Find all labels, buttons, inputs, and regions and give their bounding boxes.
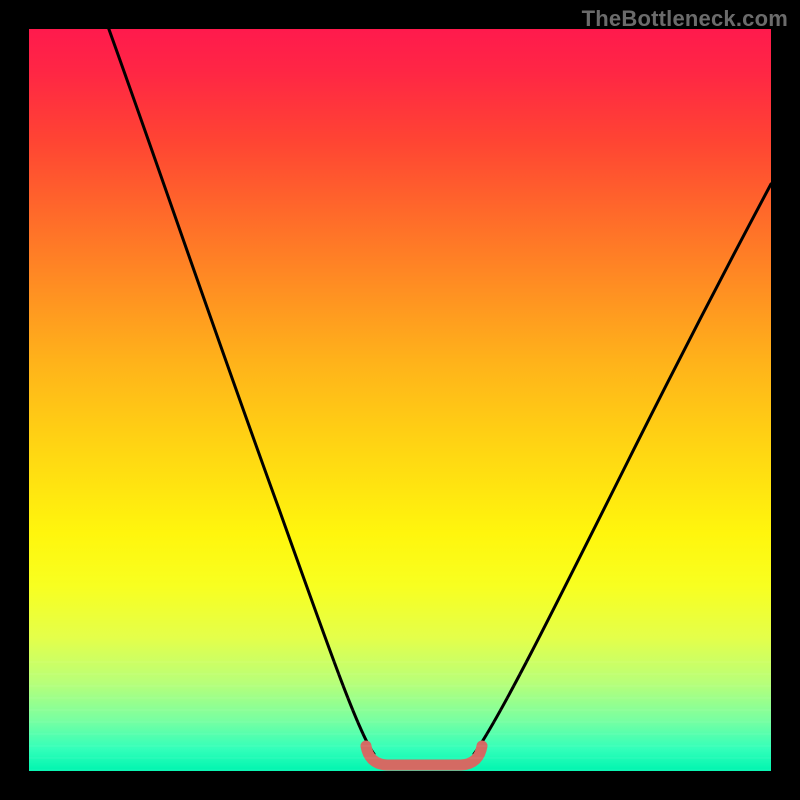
watermark-text: TheBottleneck.com bbox=[582, 6, 788, 32]
curve-layer bbox=[29, 29, 771, 771]
plot-area bbox=[29, 29, 771, 771]
plateau-highlight bbox=[366, 746, 482, 765]
chart-frame: TheBottleneck.com bbox=[0, 0, 800, 800]
bottleneck-curve bbox=[87, 0, 771, 765]
